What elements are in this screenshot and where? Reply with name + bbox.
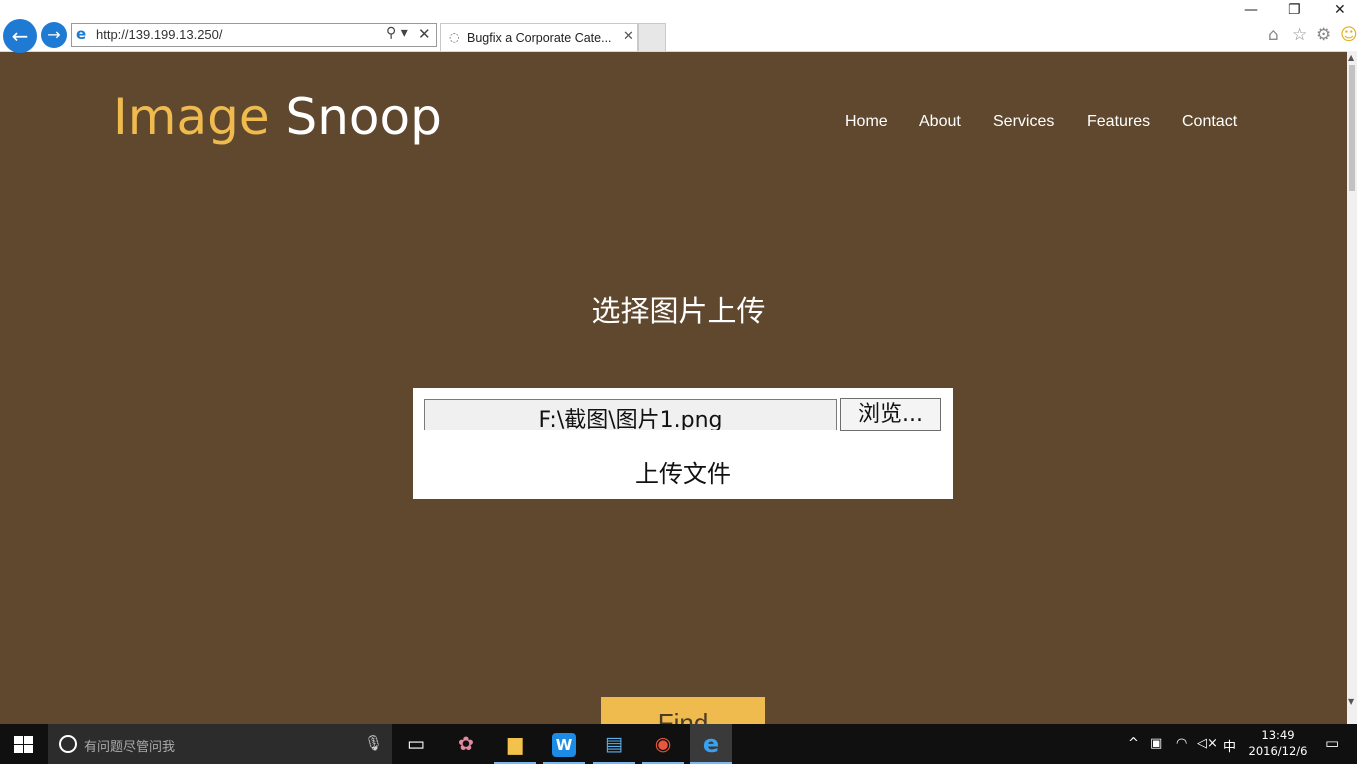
messaging-icon[interactable]: ▤ [593,724,635,764]
nav-services[interactable]: Services [993,113,1054,131]
address-bar[interactable]: e http://139.199.13.250/ ⚲ ▾ ✕ [71,23,437,47]
address-url[interactable]: http://139.199.13.250/ [96,27,223,42]
windows-taskbar: 有问题尽管问我 🎙 ▭ ✿ ▆ W ▤ ◉ e ^ ▣ ◠ ◁× 中 13:49… [0,724,1357,764]
volume-muted-icon[interactable]: ◁× [1197,736,1218,751]
scroll-down-icon[interactable]: ▼ [1348,697,1354,706]
new-tab-button[interactable] [638,23,666,51]
clock-date: 2016/12/6 [1248,744,1308,758]
upload-file-button[interactable]: 上传文件 [413,454,953,489]
vertical-scrollbar[interactable]: ▲ ▼ [1347,51,1357,724]
ie-page-icon: e [76,25,87,43]
stop-icon[interactable]: ✕ [418,25,431,43]
restore-icon[interactable]: ❐ [1288,2,1301,18]
cortana-search-placeholder[interactable]: 有问题尽管问我 [84,736,175,755]
show-hidden-icons[interactable]: ^ [1128,736,1139,751]
back-arrow-icon[interactable]: ← [3,19,37,53]
site-logo[interactable]: Image Snoop [113,86,442,148]
color-wheel-icon[interactable]: ◉ [642,724,684,764]
nav-features[interactable]: Features [1087,113,1150,131]
nav-home[interactable]: Home [845,113,888,131]
logo-word-snoop: Snoop [285,88,442,146]
forward-arrow-icon[interactable]: → [41,22,67,48]
file-path-field[interactable]: F:\截图\图片1.png [424,399,837,430]
notification-center-icon[interactable]: ▭ [1325,734,1339,752]
settings-gear-icon[interactable]: ⚙ [1316,25,1331,45]
logo-word-image: Image [113,88,270,146]
cortana-search-box[interactable]: 有问题尽管问我 🎙 [48,724,392,764]
input-method-indicator[interactable]: 中 [1223,736,1236,755]
home-icon[interactable]: ⌂ [1268,25,1279,45]
scroll-up-icon[interactable]: ▲ [1348,53,1354,62]
file-explorer-icon[interactable]: ▆ [494,724,536,764]
tab-close-icon[interactable]: ✕ [623,29,634,44]
microphone-icon[interactable]: 🎙 [364,734,383,752]
task-view-icon[interactable]: ▭ [395,724,437,764]
page-title: 选择图片上传 [591,294,766,328]
scrollbar-thumb[interactable] [1349,65,1355,191]
wps-letter: W [552,733,576,757]
loading-spinner-icon: ◌ [449,30,460,44]
close-window-icon[interactable]: ✕ [1334,2,1346,18]
feedback-smiley-icon[interactable]: ☺ [1340,25,1357,45]
wps-icon[interactable]: W [543,724,585,764]
windows-start-icon[interactable] [14,736,34,754]
minimize-icon[interactable]: — [1244,2,1258,18]
internet-explorer-icon[interactable]: e [690,724,732,764]
search-dropdown-icon[interactable]: ⚲ ▾ [386,25,408,41]
tab-title[interactable]: Bugfix a Corporate Cate... [467,31,612,45]
browse-button[interactable]: 浏览... [840,398,941,431]
system-clock[interactable]: 13:49 2016/12/6 [1244,727,1312,759]
browser-tab[interactable]: ◌ Bugfix a Corporate Cate... ✕ [440,23,638,51]
battery-icon[interactable]: ▣ [1150,736,1162,751]
photo-app-icon[interactable]: ✿ [445,724,487,764]
nav-about[interactable]: About [919,113,961,131]
wifi-icon[interactable]: ◠ [1176,736,1187,751]
browser-chrome: ← → e http://139.199.13.250/ ⚲ ▾ ✕ ◌ Bug… [0,0,1357,53]
clock-time: 13:49 [1261,728,1295,742]
cortana-circle-icon [59,735,77,753]
favorites-star-icon[interactable]: ☆ [1292,25,1307,45]
upload-form: F:\截图\图片1.png 浏览... 上传文件 [413,388,953,499]
nav-contact[interactable]: Contact [1182,113,1237,131]
